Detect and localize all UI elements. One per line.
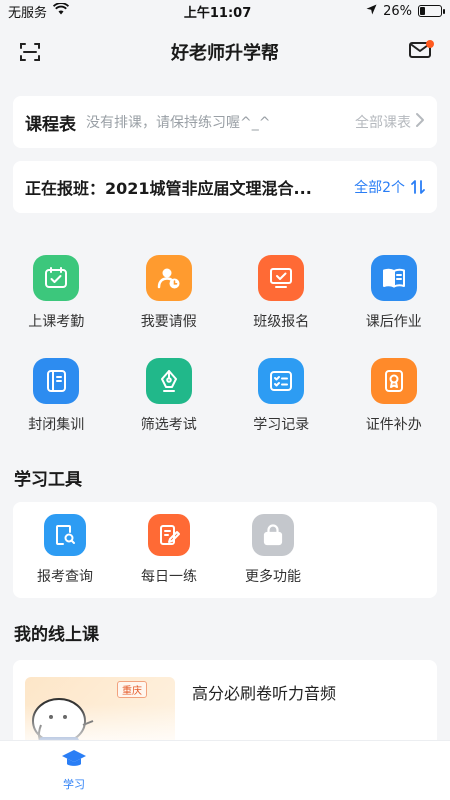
tool-daily-practice[interactable]: 每日一练 xyxy=(117,514,221,586)
nav-bar: 好老师升学帮 xyxy=(0,22,450,82)
location-arrow-icon xyxy=(366,4,377,19)
grid-item-certificate[interactable]: 证件补办 xyxy=(338,358,450,461)
tool-label: 更多功能 xyxy=(245,569,301,585)
calendar-check-icon xyxy=(33,255,80,301)
tools-card: 报考查询 每日一练 更多功能 xyxy=(13,502,437,598)
grid-item-closed-training[interactable]: 封闭集训 xyxy=(0,358,113,461)
tools-section-title: 学习工具 xyxy=(14,470,82,490)
battery-percent: 26% xyxy=(383,3,412,19)
grid-item-leave[interactable]: 我要请假 xyxy=(113,255,226,358)
grid-label: 学习记录 xyxy=(253,417,310,433)
scan-icon[interactable] xyxy=(16,38,44,66)
region-tag: 重庆 xyxy=(117,681,147,698)
tool-more[interactable]: 更多功能 xyxy=(221,514,325,586)
notebook-icon xyxy=(33,358,80,404)
monitor-check-icon xyxy=(258,255,305,301)
message-button[interactable] xyxy=(406,38,434,66)
grid-item-homework[interactable]: 课后作业 xyxy=(338,255,450,358)
status-bar: 无服务 上午11:07 26% xyxy=(0,0,450,22)
page-title: 好老师升学帮 xyxy=(171,43,279,64)
carrier-label: 无服务 xyxy=(8,5,48,21)
tab-bar: 学习 xyxy=(0,740,450,800)
online-section-title: 我的线上课 xyxy=(14,625,99,645)
grid-label: 证件补办 xyxy=(365,417,422,433)
course-card[interactable]: 重庆 高分必刷卷听力音频 xyxy=(13,660,437,750)
enrollment-text: 正在报班：2021城管非应届文理混合... xyxy=(25,179,312,198)
grid-label: 筛选考试 xyxy=(140,417,197,433)
tool-label: 每日一练 xyxy=(141,569,197,585)
all-schedule-link[interactable]: 全部课表 xyxy=(355,112,411,132)
tab-study[interactable]: 学习 xyxy=(48,749,100,792)
enrollment-card[interactable]: 正在报班：2021城管非应届文理混合... 全部2个 xyxy=(13,161,437,213)
doc-search-icon xyxy=(44,514,86,556)
grid-label: 封闭集训 xyxy=(28,417,85,433)
tab-label: 学习 xyxy=(63,778,85,791)
person-clock-icon xyxy=(145,255,192,301)
course-title: 高分必刷卷听力音频 xyxy=(192,684,337,703)
chevron-right-icon xyxy=(415,112,425,132)
open-book-icon xyxy=(370,255,417,301)
function-grid: 上课考勤 我要请假 班级报名 课后作业 封闭集训 筛选考试 学习记录 证件补办 xyxy=(0,255,450,461)
switch-arrows-icon[interactable] xyxy=(411,179,425,195)
tool-label: 报考查询 xyxy=(37,569,93,585)
battery-icon xyxy=(418,5,445,17)
schedule-hint: 没有排课，请保持练习喔^_^ xyxy=(86,115,271,131)
lock-icon xyxy=(252,514,294,556)
schedule-card[interactable]: 课程表 没有排课，请保持练习喔^_^ 全部课表 xyxy=(13,96,437,148)
wifi-icon xyxy=(52,2,70,19)
pen-nib-icon xyxy=(145,358,192,404)
battery-fill xyxy=(420,7,426,15)
grid-label: 班级报名 xyxy=(253,314,310,330)
grid-item-attendance[interactable]: 上课考勤 xyxy=(0,255,113,358)
grid-label: 我要请假 xyxy=(140,314,197,330)
id-badge-icon xyxy=(370,358,417,404)
grid-item-exam-filter[interactable]: 筛选考试 xyxy=(113,358,226,461)
unread-dot xyxy=(426,40,434,48)
grid-item-class-signup[interactable]: 班级报名 xyxy=(225,255,338,358)
clock: 上午11:07 xyxy=(183,5,252,21)
all-classes-link[interactable]: 全部2个 xyxy=(354,177,405,197)
grid-item-study-record[interactable]: 学习记录 xyxy=(225,358,338,461)
grid-label: 上课考勤 xyxy=(28,314,85,330)
schedule-title: 课程表 xyxy=(25,114,76,135)
grid-label: 课后作业 xyxy=(365,314,422,330)
doc-edit-icon xyxy=(148,514,190,556)
tool-exam-query[interactable]: 报考查询 xyxy=(13,514,117,586)
list-check-icon xyxy=(258,358,305,404)
graduation-cap-icon xyxy=(61,749,87,773)
